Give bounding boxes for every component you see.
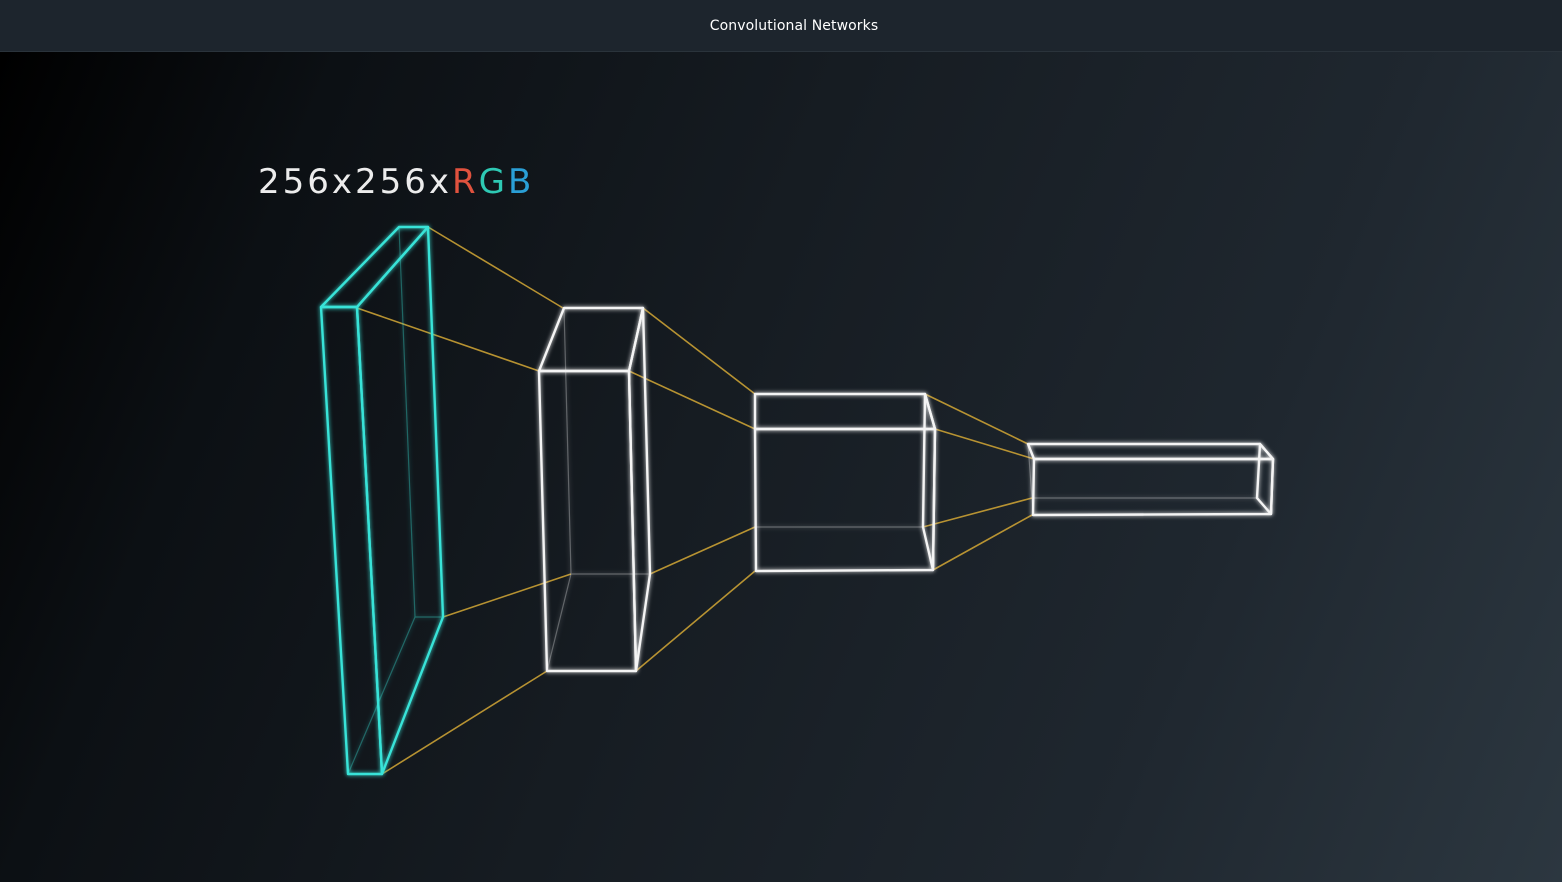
connector-line (381, 670, 548, 775)
connector-line (934, 428, 1035, 460)
connector-line (427, 226, 564, 309)
conv-layer-2-side-face (627, 306, 652, 673)
diagram-canvas: 256x256xRGB (0, 52, 1562, 882)
conv-layer-3-front-face (753, 427, 937, 573)
input-layer-top-face (319, 225, 430, 309)
connector-line (356, 307, 540, 372)
window-title: Convolutional Networks (709, 17, 879, 34)
connector-line (924, 393, 1029, 445)
cnn-diagram (319, 225, 1275, 776)
conv-layer-3-top-face (753, 392, 937, 431)
conv-layer-2 (537, 306, 652, 673)
connector-line (932, 514, 1033, 571)
conv-layer-4 (1026, 442, 1275, 517)
connector-line (635, 570, 756, 672)
conv-layer-2-front-face (537, 369, 638, 673)
conv-layer-4-top-face (1026, 442, 1275, 461)
conv-layer-4-side-face (1255, 442, 1275, 516)
connector-line (642, 307, 756, 395)
layer-connectors (356, 226, 1035, 775)
window-titlebar: Convolutional Networks (0, 0, 1562, 52)
conv-layer-3-side-face (921, 392, 937, 572)
connector-line (922, 497, 1033, 528)
conv-layer-2-top-face (537, 306, 645, 373)
conv-layer-4-front-face (1031, 457, 1275, 517)
connector-line (442, 573, 572, 618)
input-layer-front-face (319, 305, 384, 776)
conv-layer-3 (753, 392, 937, 573)
input-layer (319, 225, 445, 776)
input-layer-side-face (355, 225, 445, 776)
connector-line (649, 526, 756, 575)
